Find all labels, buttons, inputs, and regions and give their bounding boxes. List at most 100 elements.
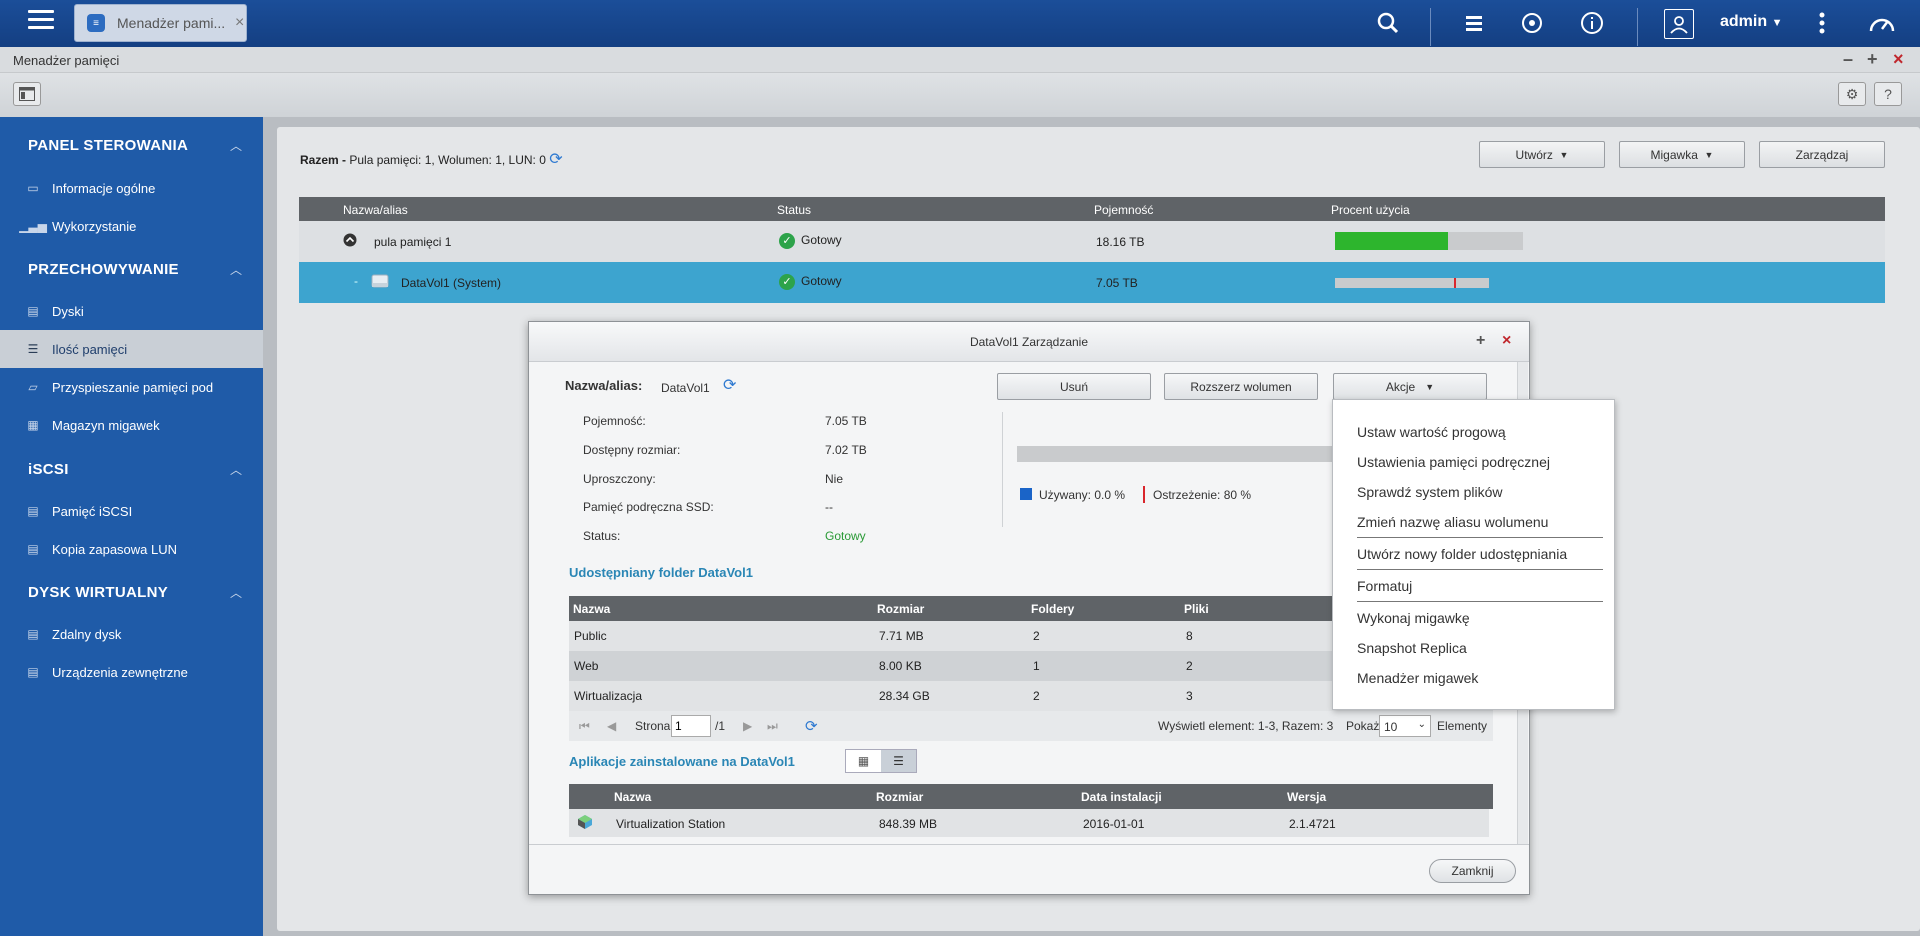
column-header[interactable]: Pojemność xyxy=(1094,203,1153,217)
column-header[interactable]: Nazwa xyxy=(614,790,651,804)
page-number-input[interactable] xyxy=(671,715,711,737)
user-avatar-icon[interactable] xyxy=(1664,9,1694,39)
menu-item-rename-alias[interactable]: Zmień nazwę aliasu wolumenu xyxy=(1357,514,1548,530)
menu-item-new-shared-folder[interactable]: Utwórz nowy folder udostępniania xyxy=(1357,546,1567,562)
sidebar-toggle-icon[interactable] xyxy=(13,82,41,106)
maximize-icon[interactable]: + xyxy=(1867,49,1878,70)
menu-item-cache-settings[interactable]: Ustawienia pamięci podręcznej xyxy=(1357,454,1550,470)
volume-status-text: Gotowy xyxy=(801,274,842,289)
summary: Razem - Pula pamięci: 1, Wolumen: 1, LUN… xyxy=(300,149,563,169)
sidebar-item-lun-backup[interactable]: ▤ Kopia zapasowa LUN xyxy=(0,530,263,568)
close-button[interactable]: Zamknij xyxy=(1429,859,1516,883)
sidebar-item-label: Ilość pamięci xyxy=(52,341,128,357)
menu-item-take-snapshot[interactable]: Wykonaj migawkę xyxy=(1357,610,1470,626)
table-row-volume[interactable]: - DataVol1 (System) ✓ Gotowy 7.05 TB xyxy=(299,262,1885,303)
info-icon[interactable] xyxy=(1578,9,1606,37)
column-header[interactable]: Wersja xyxy=(1287,790,1326,804)
minimize-icon[interactable]: – xyxy=(1843,49,1853,70)
sidebar-item-storage-space[interactable]: ☰ Ilość pamięci xyxy=(0,330,263,368)
usage-bar-fill xyxy=(1335,232,1448,250)
grid-view-icon[interactable]: ▦ xyxy=(846,750,881,772)
column-header[interactable]: Rozmiar xyxy=(877,602,924,616)
menu-icon[interactable] xyxy=(28,10,54,32)
column-header[interactable]: Foldery xyxy=(1031,602,1074,616)
chevron-up-icon[interactable]: ︿ xyxy=(230,584,242,601)
menu-item-format[interactable]: Formatuj xyxy=(1357,578,1412,594)
table-row-pool[interactable]: pula pamięci 1 ✓ Gotowy 18.16 TB xyxy=(299,221,1885,262)
stack-icon[interactable] xyxy=(1460,9,1488,37)
next-page-icon[interactable]: ▶ xyxy=(743,719,752,733)
collapse-icon[interactable] xyxy=(343,233,357,250)
user-name: admin xyxy=(1720,13,1768,30)
section-control-panel[interactable]: PANEL STEROWANIA xyxy=(28,137,188,154)
column-header[interactable]: Procent użycia xyxy=(1331,203,1410,217)
sidebar-item-cache-acceleration[interactable]: ▱ Przyspieszanie pamięci pod xyxy=(0,368,263,406)
section-virtual-disk[interactable]: DYSK WIRTUALNY xyxy=(28,584,168,601)
backup-icon: ▤ xyxy=(27,542,39,556)
sidebar-item-label: Dyski xyxy=(52,303,84,319)
page-size-select[interactable]: 10 ⌄ xyxy=(1379,715,1431,737)
extend-volume-button[interactable]: Rozszerz wolumen xyxy=(1164,373,1318,400)
chevron-up-icon[interactable]: ︿ xyxy=(230,261,242,278)
sidebar-item-disks[interactable]: ▤ Dyski xyxy=(0,292,263,330)
refresh-icon[interactable]: ⟳ xyxy=(723,375,736,395)
sidebar-item-overview[interactable]: ▭ Informacje ogólne xyxy=(0,169,263,207)
menu-item-snapshot-manager[interactable]: Menadżer migawek xyxy=(1357,670,1478,686)
refresh-icon[interactable]: ⟳ xyxy=(549,151,562,168)
app-size: 848.39 MB xyxy=(879,817,938,831)
column-header[interactable]: Nazwa/alias xyxy=(343,203,408,217)
actions-button[interactable]: Akcje ▼ xyxy=(1333,373,1487,400)
caret-down-icon: ▼ xyxy=(1704,149,1714,160)
create-button[interactable]: Utwórz ▼ xyxy=(1479,141,1605,168)
install-date: 2016-01-01 xyxy=(1083,817,1145,831)
section-iscsi[interactable]: iSCSI xyxy=(28,461,69,478)
sync-icon[interactable] xyxy=(1518,9,1546,37)
help-icon[interactable]: ? xyxy=(1874,82,1902,106)
prop-label: Pojemność: xyxy=(583,414,646,428)
refresh-icon[interactable]: ⟳ xyxy=(805,717,818,735)
menu-item-check-filesystem[interactable]: Sprawdź system plików xyxy=(1357,484,1503,500)
search-icon[interactable] xyxy=(1374,9,1402,37)
sidebar-item-label: Kopia zapasowa LUN xyxy=(52,541,178,557)
sidebar-item-snapshot-vault[interactable]: ▦ Magazyn migawek xyxy=(0,406,263,444)
user-menu[interactable]: admin ▼ xyxy=(1720,13,1782,31)
snapshot-button[interactable]: Migawka ▼ xyxy=(1619,141,1745,168)
menu-separator xyxy=(1357,569,1603,570)
dashboard-icon[interactable] xyxy=(1868,9,1896,37)
chevron-up-icon[interactable]: ︿ xyxy=(230,137,242,154)
volume-status: ✓ Gotowy xyxy=(779,274,842,290)
column-header[interactable]: Status xyxy=(777,203,811,217)
menu-item-set-threshold[interactable]: Ustaw wartość progową xyxy=(1357,424,1506,440)
close-icon[interactable]: × xyxy=(1502,332,1511,350)
list-view-icon[interactable]: ☰ xyxy=(881,750,916,772)
prop-value: -- xyxy=(825,500,833,514)
prop-value: Nie xyxy=(825,472,844,486)
view-toggle: ▦ ☰ xyxy=(845,749,917,773)
chevron-up-icon[interactable]: ︿ xyxy=(230,461,242,478)
column-header[interactable]: Nazwa xyxy=(573,602,610,616)
sidebar-item-usage[interactable]: ▁▃▅ Wykorzystanie xyxy=(0,207,263,245)
prev-page-icon[interactable]: ◀ xyxy=(607,719,616,733)
settings-gear-icon[interactable]: ⚙ xyxy=(1838,82,1866,106)
maximize-icon[interactable]: + xyxy=(1476,332,1485,350)
menu-item-snapshot-replica[interactable]: Snapshot Replica xyxy=(1357,640,1467,656)
folder-count: 2 xyxy=(1033,629,1040,643)
column-header[interactable]: Rozmiar xyxy=(876,790,923,804)
app-tab-storage-manager[interactable]: ≡ Menadżer pami... × xyxy=(74,4,247,42)
more-vertical-icon[interactable] xyxy=(1808,9,1836,37)
table-row[interactable]: Virtualization Station 848.39 MB 2016-01… xyxy=(569,809,1489,837)
close-icon[interactable]: × xyxy=(1893,49,1904,70)
remove-button[interactable]: Usuń xyxy=(997,373,1151,400)
section-storage[interactable]: PRZECHOWYWANIE xyxy=(28,261,179,278)
manage-button[interactable]: Zarządzaj xyxy=(1759,141,1885,168)
sidebar-item-iscsi-storage[interactable]: ▤ Pamięć iSCSI xyxy=(0,492,263,530)
vault-icon: ▦ xyxy=(27,418,39,432)
folder-name: Public xyxy=(574,629,607,643)
last-page-icon[interactable]: ⏭ xyxy=(767,719,778,734)
column-header[interactable]: Data instalacji xyxy=(1081,790,1162,804)
close-tab-icon[interactable]: × xyxy=(235,14,244,32)
first-page-icon[interactable]: ⏮ xyxy=(579,719,590,734)
sidebar-item-external-devices[interactable]: ▤ Urządzenia zewnętrzne xyxy=(0,653,263,691)
sidebar-item-remote-disk[interactable]: ▤ Zdalny dysk xyxy=(0,615,263,653)
column-header[interactable]: Pliki xyxy=(1184,602,1209,616)
